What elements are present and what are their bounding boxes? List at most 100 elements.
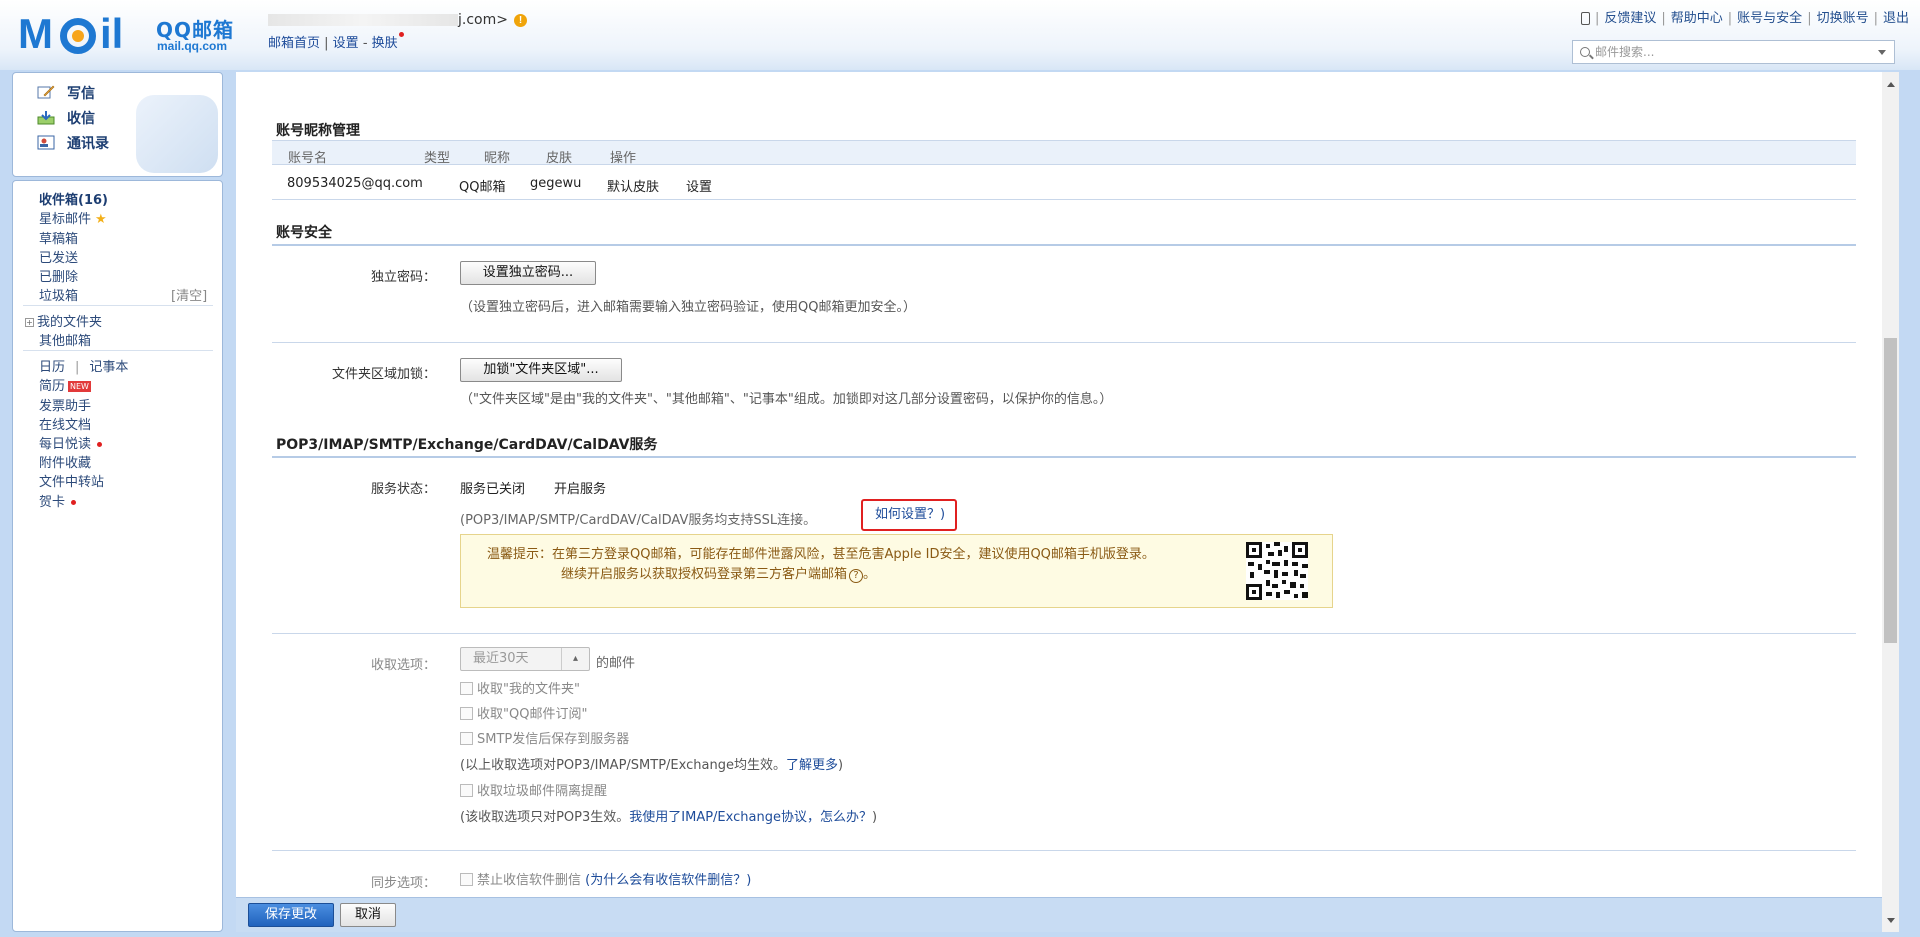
search-placeholder: 邮件搜索...	[1595, 45, 1655, 59]
action-bar: 保存更改 取消	[236, 897, 1882, 932]
mail-search-input[interactable]: 邮件搜索...	[1572, 40, 1895, 64]
sync-options-label: 同步选项：	[370, 876, 436, 891]
mail-home-link[interactable]: 邮箱首页	[268, 36, 320, 51]
section-account-nickname: 账号昵称管理	[276, 123, 360, 139]
account-table-header: 账号名 类型 昵称 皮肤 操作	[272, 140, 1856, 166]
folder-spam[interactable]: 垃圾箱	[39, 285, 78, 304]
checkbox[interactable]	[460, 784, 473, 797]
scroll-down-icon[interactable]	[1887, 918, 1895, 923]
scroll-up-icon[interactable]	[1887, 82, 1895, 87]
save-changes-button[interactable]: 保存更改	[248, 903, 334, 927]
top-header: M il QQ邮箱 mail.qq.com j.com>! 邮箱首页 | 设置 …	[0, 0, 1920, 70]
app-greeting-cards[interactable]: 贺卡	[39, 491, 77, 510]
checkbox-spam-reminder[interactable]: 收取垃圾邮件隔离提醒	[460, 780, 607, 799]
unread-dot	[97, 442, 103, 447]
folder-lock-button[interactable]: 加锁"文件夹区域"...	[460, 358, 622, 382]
app-daily-reading[interactable]: 每日悦读	[39, 433, 103, 452]
checkbox-smtp-save[interactable]: SMTP发信后保存到服务器	[460, 728, 629, 747]
set-password-button[interactable]: 设置独立密码...	[460, 261, 596, 285]
warm-tip-text: 温馨提示：在第三方登录QQ邮箱，可能存在邮件泄露风险，甚至危害Apple ID安…	[487, 547, 1155, 583]
password-note: （设置独立密码后，进入邮箱需要输入独立密码验证，使用QQ邮箱更加安全。）	[460, 300, 916, 315]
cancel-button[interactable]: 取消	[340, 903, 396, 927]
top-links: 邮箱首页 | 设置 - 换肤	[268, 32, 404, 51]
folder-inbox[interactable]: 收件箱(16)	[39, 189, 108, 208]
apps-calendar-row: 日历 | 记事本	[39, 360, 129, 375]
search-dropdown-icon[interactable]	[1878, 50, 1886, 55]
qq-penguin-decoration	[136, 95, 218, 173]
compose-button[interactable]: 写信	[37, 83, 95, 103]
enable-service-link[interactable]: 开启服务	[554, 478, 606, 497]
contacts-button[interactable]: 通讯录	[37, 133, 109, 153]
folder-drafts[interactable]: 草稿箱	[39, 228, 78, 247]
account-security-link[interactable]: 账号与安全	[1737, 11, 1802, 26]
folder-other-mail[interactable]: 其他邮箱	[39, 330, 91, 349]
inbox-icon	[37, 111, 55, 125]
app-online-docs[interactable]: 在线文档	[39, 414, 91, 433]
fetch-range-select[interactable]: 最近30天 ▴	[460, 647, 590, 671]
clear-spam-link[interactable]: [清空]	[171, 285, 207, 304]
warning-icon[interactable]: !	[513, 13, 527, 27]
app-resume[interactable]: 简历 NEW	[39, 375, 91, 394]
checkbox-fetch-my-folders[interactable]: 收取"我的文件夹"	[460, 678, 580, 697]
account-name: 809534025@qq.com	[287, 176, 423, 191]
app-file-transfer[interactable]: 文件中转站	[39, 471, 104, 490]
account-skin: 默认皮肤	[607, 180, 660, 195]
notification-dot	[398, 32, 404, 37]
help-center-link[interactable]: 帮助中心	[1671, 11, 1723, 26]
checkbox[interactable]	[460, 873, 473, 886]
checkbox[interactable]	[460, 707, 473, 720]
folder-my-folders[interactable]: + 我的文件夹	[25, 311, 102, 330]
service-status-label: 服务状态：	[370, 482, 436, 497]
fetch-range-suffix: 的邮件	[596, 656, 636, 671]
notebook-link[interactable]: 记事本	[89, 360, 128, 375]
redacted-account	[268, 14, 458, 26]
why-delete-link[interactable]: (为什么会有收信软件删信？)	[585, 873, 751, 888]
folder-lock-label: 文件夹区域加锁：	[331, 367, 436, 382]
section-account-security: 账号安全	[276, 225, 332, 241]
account-nickname: gegewu	[530, 176, 582, 191]
mobile-icon[interactable]	[1580, 12, 1590, 25]
change-skin-link[interactable]: 换肤	[372, 36, 398, 51]
fetch-options-label: 收取选项：	[370, 658, 436, 673]
checkbox-fetch-subscriptions[interactable]: 收取"QQ邮件订阅"	[460, 703, 587, 722]
folder-sent[interactable]: 已发送	[39, 247, 78, 266]
account-suffix: j.com>	[458, 12, 508, 28]
checkbox-prevent-delete[interactable]: 禁止收信软件删信 (为什么会有收信软件删信？)	[460, 869, 751, 888]
help-icon[interactable]: ?	[849, 569, 864, 583]
service-status-value: 服务已关闭	[460, 482, 526, 497]
quick-actions: 写信 收信 通讯录	[12, 72, 223, 177]
qq-mail-logo[interactable]: M il QQ邮箱 mail.qq.com	[18, 10, 248, 57]
checkbox[interactable]	[460, 682, 473, 695]
warm-tip-box: 温馨提示：在第三方登录QQ邮箱，可能存在邮件泄露风险，甚至危害Apple ID安…	[460, 534, 1333, 608]
settings-link[interactable]: 设置	[333, 36, 359, 51]
fetch-note: (以上收取选项对POP3/IMAP/SMTP/Exchange均生效。了解更多)	[460, 758, 844, 773]
password-label: 独立密码：	[370, 270, 436, 285]
scroll-thumb[interactable]	[1884, 338, 1897, 643]
star-icon: ★	[95, 212, 107, 227]
settings-content: 账号昵称管理 账号名 类型 昵称 皮肤 操作 809534025@qq.com …	[236, 72, 1899, 897]
folder-starred[interactable]: 星标邮件 ★	[39, 208, 107, 227]
feedback-link[interactable]: 反馈建议	[1604, 11, 1656, 26]
account-settings-link[interactable]: 设置	[686, 176, 712, 195]
expand-icon[interactable]: +	[25, 318, 34, 327]
logout-link[interactable]: 退出	[1883, 11, 1909, 26]
folder-deleted[interactable]: 已删除	[39, 266, 78, 285]
new-badge: NEW	[68, 381, 91, 392]
app-attachments[interactable]: 附件收藏	[39, 452, 91, 471]
contacts-icon	[37, 135, 55, 150]
imap-help-link[interactable]: 我使用了IMAP/Exchange协议，怎么办？	[629, 810, 872, 825]
qr-code-icon[interactable]	[1246, 542, 1308, 600]
checkbox[interactable]	[460, 732, 473, 745]
how-to-setup-link[interactable]: 如何设置？)	[861, 499, 957, 531]
vertical-scrollbar[interactable]	[1882, 72, 1899, 932]
app-invoice[interactable]: 发票助手	[39, 395, 91, 414]
learn-more-link[interactable]: 了解更多	[786, 758, 838, 773]
unread-dot	[71, 500, 77, 505]
receive-button[interactable]: 收信	[37, 108, 95, 128]
search-icon	[1580, 47, 1590, 57]
pop3-note: (该收取选项只对POP3生效。我使用了IMAP/Exchange协议，怎么办？)	[460, 810, 878, 825]
calendar-link[interactable]: 日历	[39, 360, 65, 375]
switch-account-link[interactable]: 切换账号	[1817, 11, 1869, 26]
settings-main: 账号昵称管理 账号名 类型 昵称 皮肤 操作 809534025@qq.com …	[236, 72, 1899, 932]
folder-panel: 收件箱(16) 星标邮件 ★ 草稿箱 已发送 已删除 垃圾箱 [清空] + 我的文件…	[12, 180, 223, 932]
